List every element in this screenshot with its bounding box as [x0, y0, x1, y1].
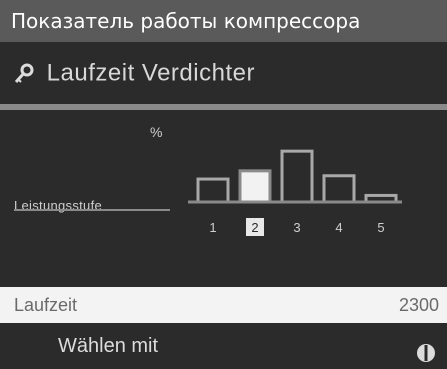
section-header: Laufzeit Verdichter	[0, 42, 447, 104]
rotary-knob-icon[interactable]	[415, 335, 437, 362]
bar-3	[280, 149, 314, 204]
bars-layer	[196, 149, 398, 204]
tick-label-4: 4	[335, 220, 342, 235]
select-hint: Wählen mit	[58, 335, 159, 357]
tick-label-2: 2	[251, 220, 258, 235]
bar-4	[322, 174, 356, 204]
bar-2	[238, 169, 272, 204]
bottom-bar: Wählen mit	[0, 323, 447, 369]
bar-1	[196, 177, 230, 204]
power-level-underline	[14, 209, 170, 211]
y-axis-unit: %	[150, 124, 163, 140]
compressor-screen: Показатель работы компрессора Laufzeit V…	[0, 0, 447, 369]
runtime-row[interactable]: Laufzeit 2300	[0, 287, 447, 323]
tick-label-5: 5	[377, 220, 384, 235]
runtime-value: 2300	[398, 295, 439, 315]
tick-label-1: 1	[209, 220, 216, 235]
section-header-label: Laufzeit Verdichter	[46, 59, 255, 87]
screen-title: Показатель работы компрессора	[0, 0, 447, 42]
tick-label-3: 3	[293, 220, 300, 235]
bar-chart: 1 2 3 4 5	[188, 149, 402, 236]
key-icon	[14, 63, 34, 84]
runtime-label: Laufzeit	[14, 295, 78, 315]
x-ticks-layer: 1 2 3 4 5	[209, 218, 385, 236]
runtime-chart: % Leistungsstufe 12345	[0, 110, 447, 280]
